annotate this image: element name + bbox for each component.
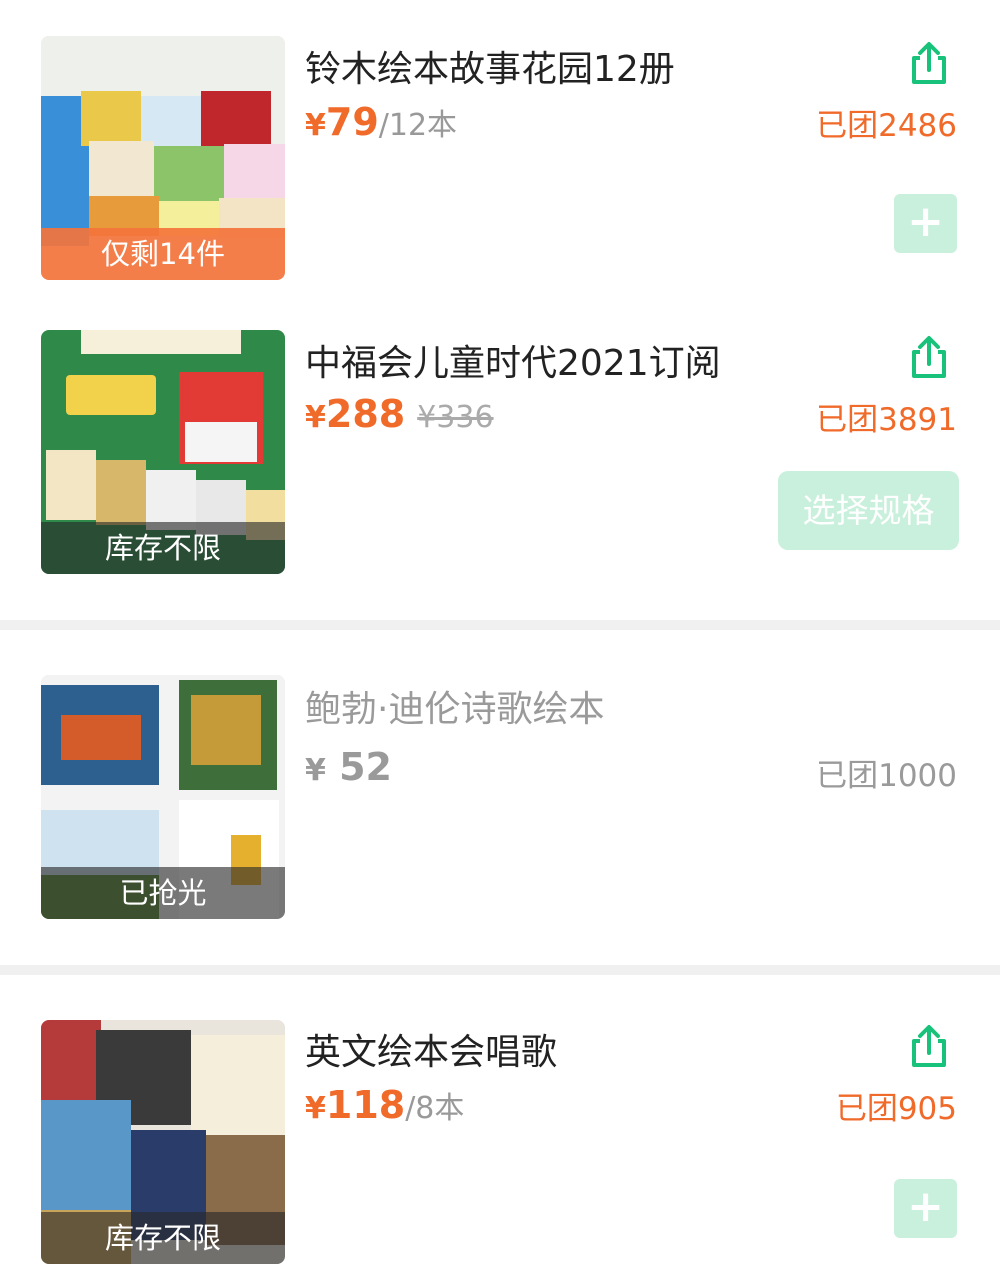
- share-icon[interactable]: [906, 40, 952, 86]
- stock-label: 已抢光: [41, 867, 285, 919]
- product-title[interactable]: 中福会儿童时代2021订阅: [305, 334, 721, 386]
- price-value: 288: [325, 392, 406, 436]
- sold-count: 已团2486: [816, 108, 957, 144]
- section-divider: [0, 965, 1000, 975]
- price-unit: /12本: [378, 108, 458, 143]
- price: ¥ 52: [305, 745, 392, 789]
- product-title[interactable]: 鲍勃·迪伦诗歌绘本: [305, 680, 604, 732]
- price-unit: /8本: [405, 1091, 465, 1126]
- stock-label: 库存不限: [41, 1212, 285, 1264]
- price: ¥118/8本: [305, 1083, 464, 1127]
- product-thumbnail[interactable]: 库存不限: [41, 1020, 285, 1264]
- select-spec-button[interactable]: 选择规格: [778, 471, 959, 550]
- currency-symbol: ¥: [305, 753, 326, 788]
- stock-label: 库存不限: [41, 522, 285, 574]
- original-price: ¥336: [417, 400, 494, 435]
- currency-symbol: ¥: [305, 108, 326, 143]
- price: ¥79/12本: [305, 100, 457, 144]
- sold-count: 已团3891: [816, 402, 957, 438]
- share-icon[interactable]: [906, 1023, 952, 1069]
- product-title[interactable]: 英文绘本会唱歌: [305, 1023, 557, 1075]
- product-card[interactable]: 已抢光 鲍勃·迪伦诗歌绘本 ¥ 52 已团1000: [0, 630, 1000, 970]
- add-button[interactable]: +: [894, 194, 957, 253]
- product-thumbnail[interactable]: 仅剩14件: [41, 36, 285, 280]
- product-thumbnail[interactable]: 库存不限: [41, 330, 285, 574]
- product-card[interactable]: 仅剩14件 铃木绘本故事花园12册 ¥79/12本 已团2486 +: [0, 0, 1000, 300]
- currency-symbol: ¥: [305, 1091, 326, 1126]
- sold-count: 已团905: [835, 1091, 957, 1127]
- product-title[interactable]: 铃木绘本故事花园12册: [305, 40, 675, 92]
- add-button[interactable]: +: [894, 1179, 957, 1238]
- product-thumbnail[interactable]: 已抢光: [41, 675, 285, 919]
- sold-count: 已团1000: [816, 758, 957, 794]
- share-icon[interactable]: [906, 334, 952, 380]
- price-value: 79: [325, 100, 379, 144]
- product-card[interactable]: 库存不限 英文绘本会唱歌 ¥118/8本 已团905 +: [0, 975, 1000, 1286]
- stock-label: 仅剩14件: [41, 228, 285, 280]
- currency-symbol: ¥: [305, 400, 326, 435]
- price: ¥288 ¥336: [305, 392, 494, 436]
- product-card[interactable]: 库存不限 中福会儿童时代2021订阅 ¥288 ¥336 已团3891 选择规格: [0, 300, 1000, 620]
- price-value: 118: [325, 1083, 406, 1127]
- section-divider: [0, 620, 1000, 630]
- price-value: 52: [325, 745, 392, 789]
